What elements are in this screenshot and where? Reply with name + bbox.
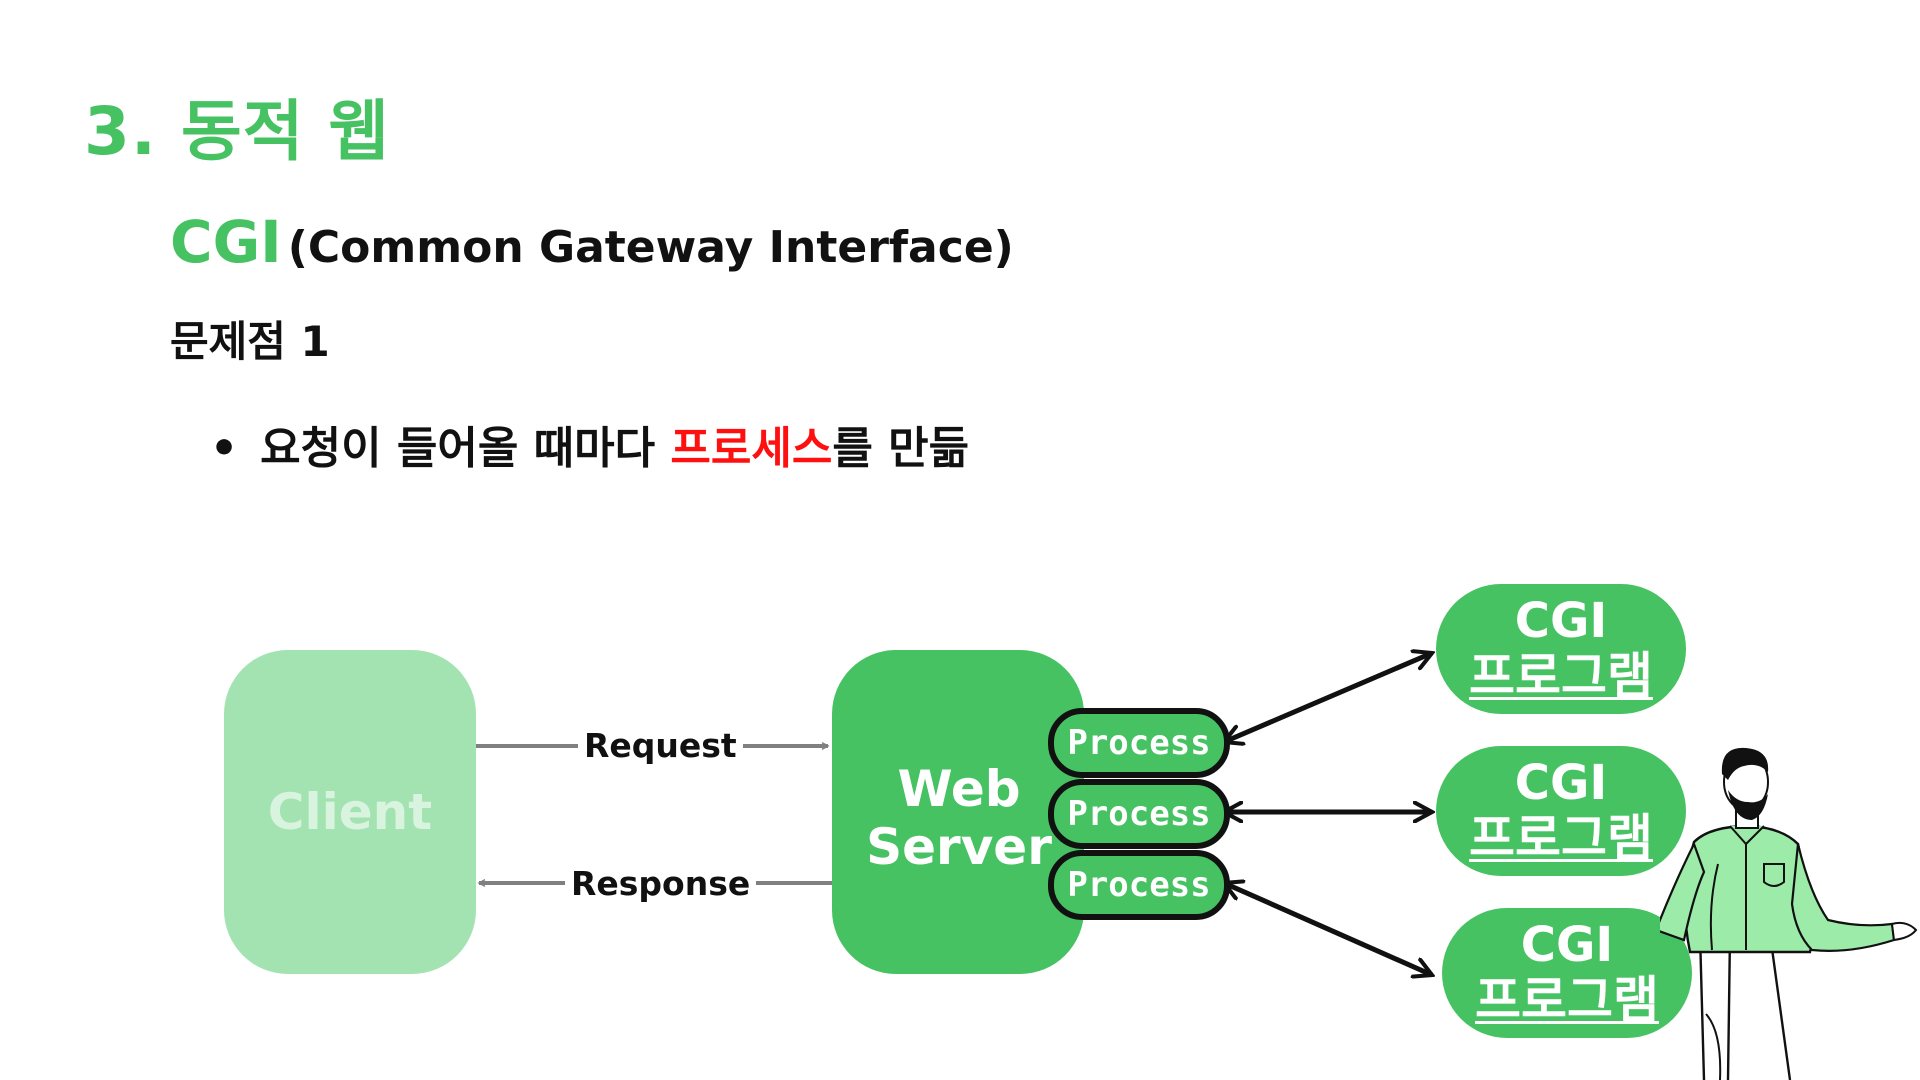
web-server-line1: Web (897, 760, 1021, 818)
cgi-program-2-line2: 프로그램 (1469, 809, 1653, 867)
client-box: Client (224, 650, 476, 974)
process-box-2: Process (1048, 779, 1230, 849)
client-label: Client (267, 783, 433, 841)
cgi-program-3-line1: CGI (1520, 917, 1614, 973)
process-arrow-3 (1224, 883, 1432, 975)
cgi-program-2-line1: CGI (1514, 755, 1608, 811)
cgi-program-box-3: CGI 프로그램 (1442, 908, 1692, 1038)
cgi-program-box-1: CGI 프로그램 (1436, 584, 1686, 714)
process-box-1: Process (1048, 708, 1230, 778)
cgi-program-3-line2: 프로그램 (1475, 971, 1659, 1029)
cgi-program-1-line2: 프로그램 (1469, 647, 1653, 705)
request-label: Request (578, 726, 743, 765)
web-server-line2: Server (866, 818, 1052, 876)
process-arrow-1 (1224, 653, 1432, 742)
web-server-label: Web Server (864, 760, 1054, 876)
cgi-program-box-2: CGI 프로그램 (1436, 746, 1686, 876)
cgi-program-1-line1: CGI (1514, 593, 1608, 649)
process-box-3: Process (1048, 850, 1230, 920)
response-label: Response (565, 864, 757, 903)
person-illustration (1660, 747, 1918, 1080)
